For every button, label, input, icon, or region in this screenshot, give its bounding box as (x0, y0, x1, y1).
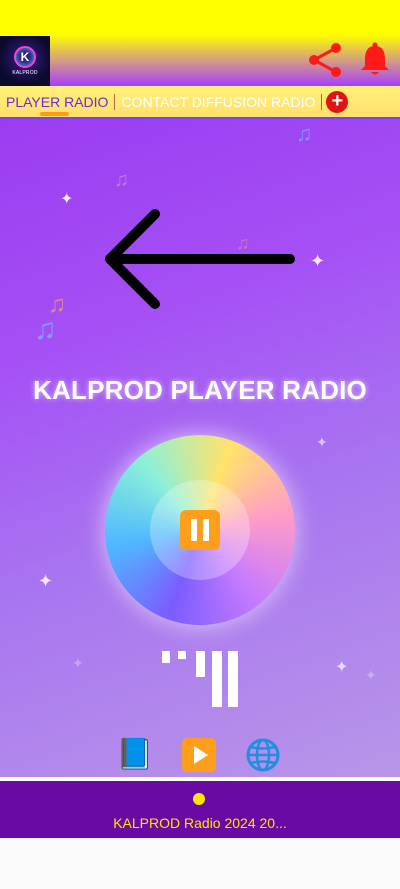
player-area: ✦ ✦ ✦ ✦ ✦ ✦ ✦ ♫ ♫ ♫ ♫ ♫ KALPROD PLAYER R… (0, 119, 400, 777)
back-arrow-icon (105, 209, 295, 309)
tab-separator (321, 93, 323, 110)
app-logo[interactable]: K KALPROD (0, 36, 50, 86)
sparkle-icon: ✦ (72, 655, 84, 671)
tab-label: PLAYER RADIO (6, 93, 109, 110)
app-header: K KALPROD (0, 0, 400, 86)
music-note-icon: ♫ (114, 169, 129, 191)
bottom-icon-row: 📘 (0, 737, 400, 777)
logo-text: KALPROD (12, 70, 38, 76)
music-note-icon: ♫ (296, 121, 313, 146)
tab-contact-diffusion-radio[interactable]: CONTACT DIFFUSION RADIO (115, 86, 321, 117)
sparkle-icon: ✦ (60, 191, 74, 208)
tab-label: CONTACT DIFFUSION RADIO (121, 93, 316, 110)
tab-bar: PLAYER RADIO CONTACT DIFFUSION RADIO + (0, 86, 400, 119)
active-tab-indicator (40, 112, 69, 116)
sparkle-icon: ✦ (38, 571, 54, 591)
app-screen: K KALPROD PLAYER RADIO CONTACT DIFFUSION… (0, 0, 400, 889)
book-icon[interactable]: 📘 (116, 737, 153, 773)
equalizer-icon (160, 649, 250, 709)
share-button[interactable] (306, 42, 344, 78)
sparkle-icon: ✦ (365, 667, 377, 683)
notifications-button[interactable] (358, 42, 392, 78)
now-playing-text: KALPROD Radio 2024 20... (113, 815, 287, 831)
sparkle-icon: ✦ (335, 659, 349, 676)
globe-icon[interactable] (245, 737, 281, 773)
share-icon (309, 43, 341, 77)
play-icon[interactable] (181, 737, 217, 773)
music-note-icon: ♫ (34, 313, 57, 346)
now-playing-bar[interactable]: KALPROD Radio 2024 20... (0, 781, 400, 838)
sparkle-icon: ✦ (316, 434, 328, 450)
bell-icon (361, 42, 389, 75)
plus-icon[interactable]: + (326, 90, 349, 113)
station-icon (193, 793, 205, 805)
player-title: KALPROD PLAYER RADIO (33, 375, 367, 405)
tab-player-radio[interactable]: PLAYER RADIO (0, 86, 114, 117)
sparkle-icon: ✦ (310, 251, 326, 271)
logo-mark-icon: K (14, 46, 36, 68)
player-disc[interactable] (105, 435, 295, 625)
pause-icon[interactable] (180, 510, 220, 550)
